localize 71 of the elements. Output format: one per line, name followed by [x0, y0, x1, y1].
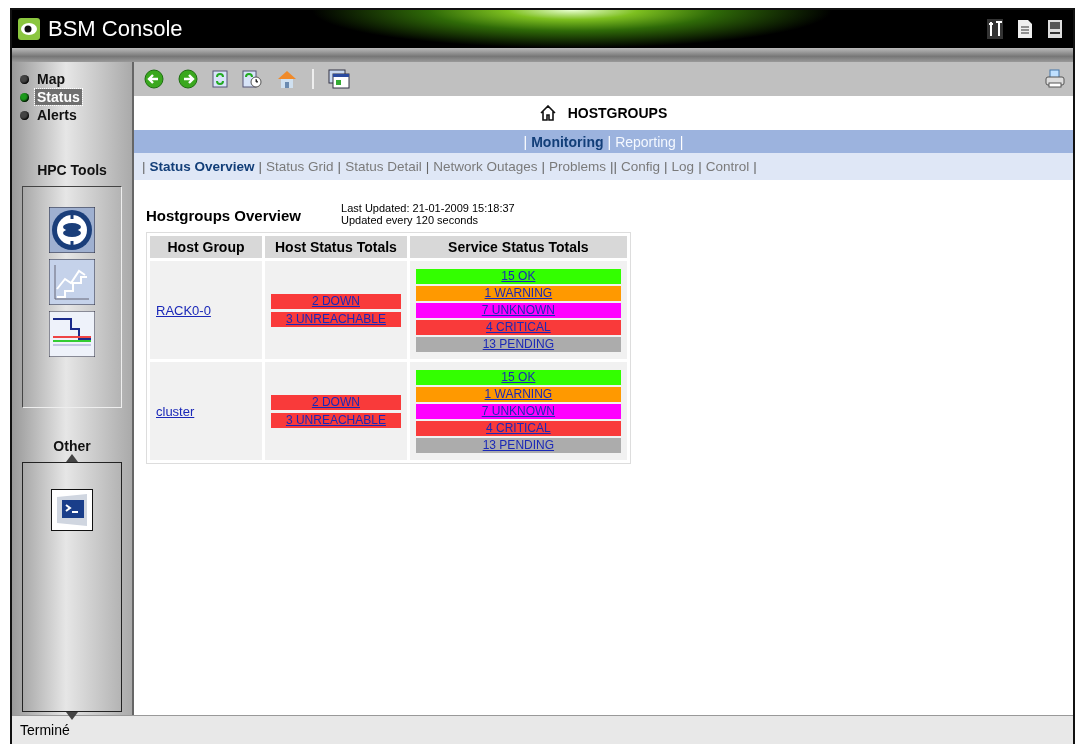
nav-separator: | — [607, 133, 612, 150]
service-status-link[interactable]: 7 UNKNOWN — [415, 302, 621, 318]
host-group-link[interactable]: cluster — [156, 404, 195, 419]
host-group-link[interactable]: RACK0-0 — [156, 303, 211, 318]
tools-icon[interactable] — [987, 19, 1003, 39]
nav-tab[interactable]: Log — [671, 159, 695, 174]
column-header: Service Status Totals — [409, 236, 627, 258]
sidebar-item[interactable]: Status — [35, 89, 82, 105]
print-icon[interactable] — [1045, 69, 1065, 89]
update-interval-text: Updated every 120 seconds — [341, 214, 480, 226]
nav-separator: | — [664, 159, 668, 174]
nav-separator: | — [523, 133, 528, 150]
nav-separator: | — [679, 133, 684, 150]
nav-separator: | — [142, 159, 146, 174]
scheduled-refresh-icon[interactable] — [242, 70, 262, 88]
section-heading: Hostgroups Overview — [146, 207, 302, 226]
scroll-down-icon[interactable] — [66, 712, 78, 720]
terminal-icon[interactable] — [51, 489, 93, 531]
line-chart-icon[interactable] — [49, 259, 95, 305]
host-status-link[interactable]: 3 UNREACHABLE — [271, 412, 401, 428]
column-header: Host Status Totals — [265, 236, 407, 258]
nav-tab[interactable]: Problems — [549, 159, 607, 174]
section-title: Other — [52, 438, 92, 454]
computer-icon[interactable] — [1047, 19, 1063, 39]
page-title: HOSTGROUPS — [567, 105, 668, 121]
host-status-link[interactable]: 2 DOWN — [271, 394, 401, 410]
nav-separator: | — [753, 159, 757, 174]
home-icon[interactable] — [276, 69, 298, 89]
nav-tab[interactable]: Monitoring — [531, 133, 604, 150]
nav-tab[interactable]: Reporting — [615, 133, 676, 150]
last-updated-text: Last Updated: 21-01-2009 15:18:37 — [341, 202, 515, 214]
service-status-link[interactable]: 13 PENDING — [415, 336, 621, 352]
nav-separator: | — [337, 159, 342, 174]
document-icon[interactable] — [1017, 19, 1033, 39]
service-status-link[interactable]: 1 WARNING — [415, 386, 621, 402]
service-status-link[interactable]: 15 OK — [415, 369, 621, 385]
nav-tab[interactable]: Control — [705, 159, 750, 174]
sidebar-item[interactable]: Map — [35, 71, 67, 87]
toolbar-separator-icon — [312, 69, 314, 89]
nav-separator: | — [698, 159, 702, 174]
back-icon[interactable] — [144, 69, 164, 89]
nav-separator: | — [425, 159, 430, 174]
nav-tab[interactable]: Status Detail — [345, 159, 422, 174]
service-status-link[interactable]: 4 CRITICAL — [415, 420, 621, 436]
nav-separator: | — [258, 159, 263, 174]
column-header: Host Group — [150, 236, 262, 258]
forward-icon[interactable] — [178, 69, 198, 89]
home-icon — [539, 105, 556, 121]
status-text: Terminé — [20, 722, 70, 738]
scroll-up-icon[interactable] — [66, 454, 78, 462]
section-title: HPC Tools — [36, 162, 108, 178]
service-status-link[interactable]: 1 WARNING — [415, 285, 621, 301]
refresh-icon[interactable] — [212, 70, 228, 88]
windows-icon[interactable] — [328, 69, 350, 89]
sidebar-item[interactable]: Alerts — [35, 107, 79, 123]
window-title: BSM Console — [48, 16, 183, 42]
nav-tab[interactable]: Config — [621, 159, 661, 174]
nav-tab[interactable]: Network Outages — [433, 159, 538, 174]
graph-icon[interactable] — [49, 311, 95, 357]
service-status-link[interactable]: 4 CRITICAL — [415, 319, 621, 335]
nav-tab[interactable]: Status Overview — [149, 159, 255, 174]
service-status-link[interactable]: 13 PENDING — [415, 437, 621, 453]
service-status-link[interactable]: 7 UNKNOWN — [415, 403, 621, 419]
service-status-link[interactable]: 15 OK — [415, 268, 621, 284]
eye-logo-icon — [18, 18, 40, 40]
nav-tab[interactable]: Status Grid — [266, 159, 334, 174]
nav-separator: || — [610, 159, 618, 174]
database-icon[interactable] — [49, 207, 95, 253]
nav-separator: | — [541, 159, 545, 174]
host-status-link[interactable]: 2 DOWN — [271, 293, 401, 309]
host-status-link[interactable]: 3 UNREACHABLE — [271, 311, 401, 327]
